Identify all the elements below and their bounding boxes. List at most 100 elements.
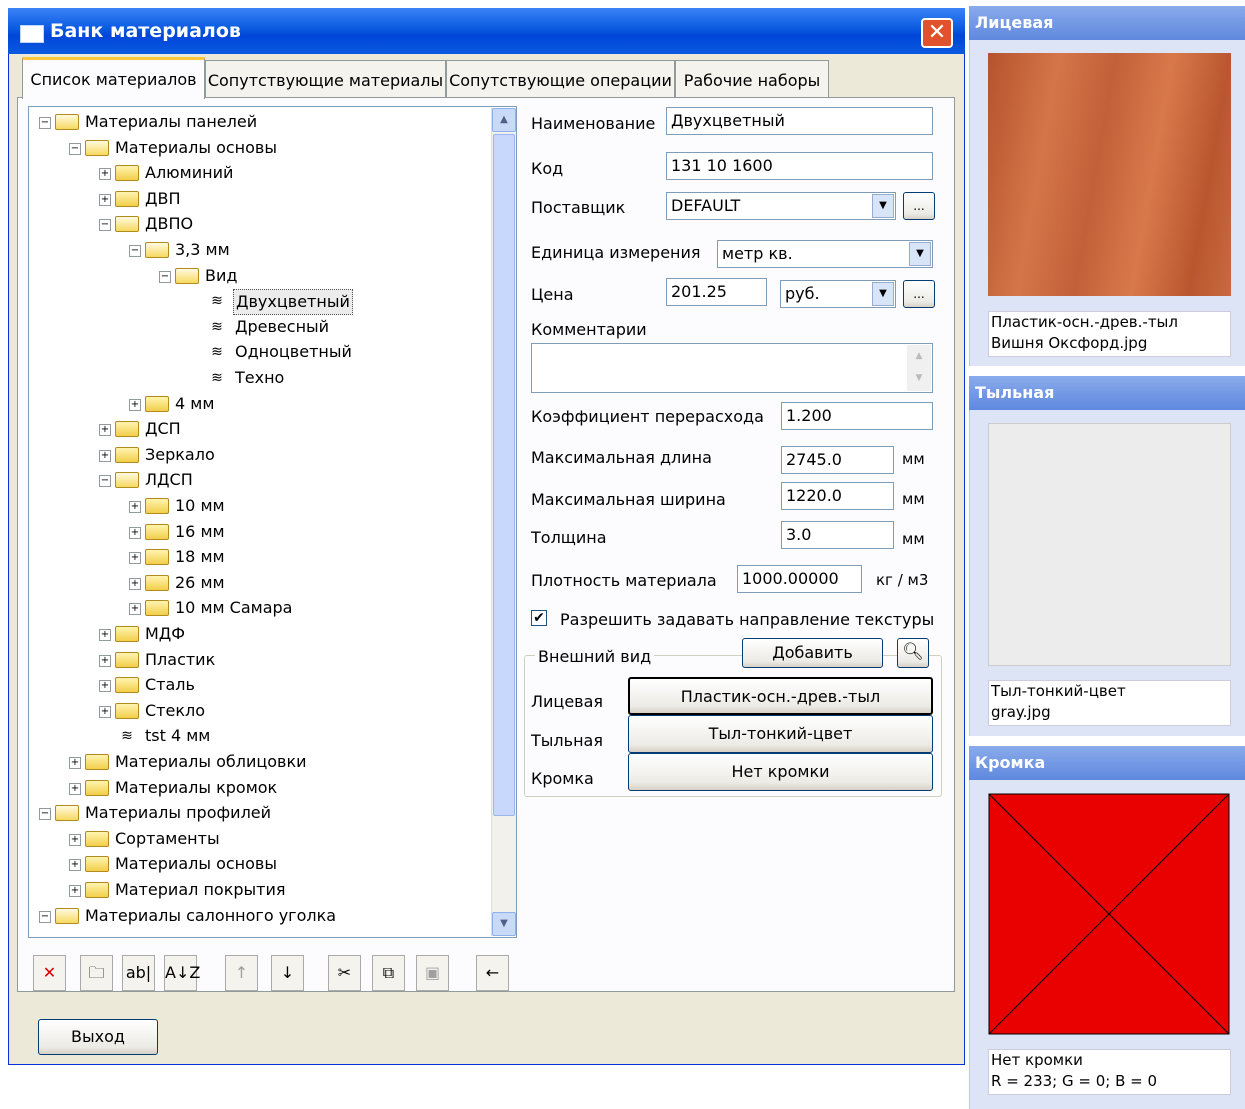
expand-icon[interactable]: + (69, 859, 81, 872)
currency-browse-button[interactable]: ... (903, 280, 935, 308)
paste-icon[interactable]: ▣ (416, 955, 449, 991)
tree-node[interactable]: ≋ Одноцветный (29, 340, 489, 364)
tree-scrollbar[interactable]: ▲ ▼ (491, 108, 516, 936)
chevron-down-icon[interactable]: ▼ (872, 282, 894, 306)
expand-icon[interactable]: + (129, 552, 141, 565)
tab-materials-list[interactable]: Список материалов (22, 57, 205, 99)
expand-icon[interactable]: + (69, 782, 81, 795)
expand-icon[interactable]: + (129, 398, 141, 411)
tree-node[interactable]: +16 мм (29, 520, 489, 544)
max-length-field[interactable]: 2745.0 (781, 446, 894, 474)
expand-icon[interactable]: + (99, 424, 111, 437)
tree-node[interactable]: + Сортаменты (29, 827, 489, 851)
comments-scrollbar[interactable]: ▲ ▼ (907, 345, 931, 391)
tree-node[interactable]: + Пластик (29, 648, 489, 672)
max-width-field[interactable]: 1220.0 (781, 482, 894, 510)
rename-icon[interactable]: ab| (122, 955, 155, 991)
move-down-icon[interactable]: ↓ (271, 955, 304, 991)
comments-textarea[interactable] (531, 343, 933, 393)
chevron-down-icon[interactable]: ▼ (909, 242, 931, 266)
collapse-icon[interactable]: − (39, 910, 51, 923)
supplier-browse-button[interactable]: ... (903, 192, 935, 220)
tree-node[interactable]: − ЛДСП (29, 468, 489, 492)
back-material-button[interactable]: Тыл-тонкий-цвет (628, 715, 933, 753)
move-up-icon[interactable]: ↑ (225, 955, 258, 991)
tree-node[interactable]: + Стекло (29, 699, 489, 723)
tree-node[interactable]: + ДВП (29, 187, 489, 211)
search-icon[interactable]: 🔍︎ (897, 638, 929, 668)
tree-node[interactable]: + Сталь (29, 673, 489, 697)
expand-icon[interactable]: + (69, 757, 81, 769)
tree-node[interactable]: ≋ Древесный (29, 315, 489, 339)
texture-direction-checkbox[interactable]: ✔ (531, 610, 547, 626)
expand-icon[interactable]: + (69, 885, 81, 897)
tree-node[interactable]: ≋ tst 4 мм (29, 724, 489, 748)
scroll-down-button[interactable]: ▼ (492, 912, 516, 936)
tree-node[interactable]: + Зеркало (29, 443, 489, 467)
copy-icon[interactable]: ⧉ (372, 955, 405, 991)
materials-tree[interactable]: − Материалы панелей − Материалы основы + Алюм… (28, 106, 517, 938)
title-bar[interactable]: Банк материалов (8, 8, 965, 54)
expand-icon[interactable]: + (99, 193, 111, 206)
chevron-down-icon[interactable]: ▼ (872, 194, 894, 218)
sort-icon[interactable]: A↓Z (164, 955, 200, 991)
edge-material-button[interactable]: Нет кромки (628, 753, 933, 791)
expand-icon[interactable]: + (129, 526, 141, 539)
tree-node[interactable]: +10 мм Самара (29, 596, 489, 620)
expand-icon[interactable]: + (99, 705, 111, 718)
tree-node[interactable]: ≋ Двухцветный (29, 289, 489, 316)
tree-node[interactable]: + Материалы основы (29, 852, 489, 876)
thickness-field[interactable]: 3.0 (781, 521, 894, 549)
tab-working-sets[interactable]: Рабочие наборы (675, 60, 829, 98)
expand-icon[interactable]: + (99, 449, 111, 462)
collapse-icon[interactable]: − (39, 808, 51, 821)
cut-icon[interactable]: ✂ (328, 955, 361, 991)
collapse-icon[interactable]: − (159, 270, 171, 283)
tab-related-operations[interactable]: Сопутствующие операции (446, 60, 675, 98)
density-field[interactable]: 1000.00000 (737, 565, 862, 593)
code-field[interactable]: 131 10 1600 (666, 152, 933, 180)
collapse-icon[interactable]: − (129, 245, 141, 257)
tree-node[interactable]: + МДФ (29, 622, 489, 646)
scroll-down-icon[interactable]: ▼ (907, 367, 931, 389)
tree-node[interactable]: − 3,3 мм (29, 238, 489, 262)
price-field[interactable]: 201.25 (666, 278, 767, 306)
tree-node[interactable]: − Вид (29, 264, 489, 288)
scroll-up-icon[interactable]: ▲ (907, 345, 931, 367)
add-appearance-button[interactable]: Добавить (742, 638, 883, 668)
name-field[interactable]: Двухцветный (666, 107, 933, 135)
tree-node[interactable]: − ДВПО (29, 212, 489, 236)
tree-node[interactable]: + Материал покрытия (29, 878, 489, 902)
tree-node[interactable]: + Материалы кромок (29, 776, 489, 800)
tree-node[interactable]: ≋ Техно (29, 366, 489, 390)
tree-node[interactable]: + Материалы облицовки (29, 750, 489, 774)
scroll-thumb[interactable] (493, 134, 515, 816)
front-material-button[interactable]: Пластик-осн.-древ.-тыл (628, 677, 933, 715)
exit-button[interactable]: Выход (38, 1019, 158, 1055)
new-folder-icon[interactable]: 🗀 (80, 955, 113, 991)
currency-select[interactable]: руб. ▼ (780, 280, 896, 308)
tab-related-materials[interactable]: Сопутствующие материалы (205, 60, 446, 98)
collapse-icon[interactable]: − (99, 475, 111, 488)
tree-node[interactable]: − Материалы профилей (29, 801, 489, 825)
supplier-select[interactable]: DEFAULT ▼ (666, 192, 896, 220)
overuse-field[interactable]: 1.200 (781, 402, 933, 430)
tree-node[interactable]: +4 мм (29, 392, 489, 416)
collapse-icon[interactable]: − (69, 142, 81, 155)
tree-node[interactable]: − Материалы салонного уголка (29, 904, 489, 928)
expand-icon[interactable]: + (99, 168, 111, 181)
expand-icon[interactable]: + (99, 629, 111, 641)
expand-icon[interactable]: + (129, 577, 141, 590)
scroll-up-button[interactable]: ▲ (492, 108, 516, 132)
unit-select[interactable]: метр кв. ▼ (717, 240, 933, 268)
expand-icon[interactable]: + (99, 654, 111, 667)
expand-icon[interactable]: + (129, 501, 141, 513)
tree-node[interactable]: + ДСП (29, 417, 489, 441)
tree-node[interactable]: + Алюминий (29, 161, 489, 185)
close-button[interactable]: ✕ (921, 18, 953, 48)
tree-node[interactable]: +18 мм (29, 545, 489, 569)
expand-icon[interactable]: + (129, 603, 141, 616)
delete-icon[interactable]: ✕ (33, 955, 66, 991)
tree-node[interactable]: +26 мм (29, 571, 489, 595)
expand-icon[interactable]: + (69, 833, 81, 846)
